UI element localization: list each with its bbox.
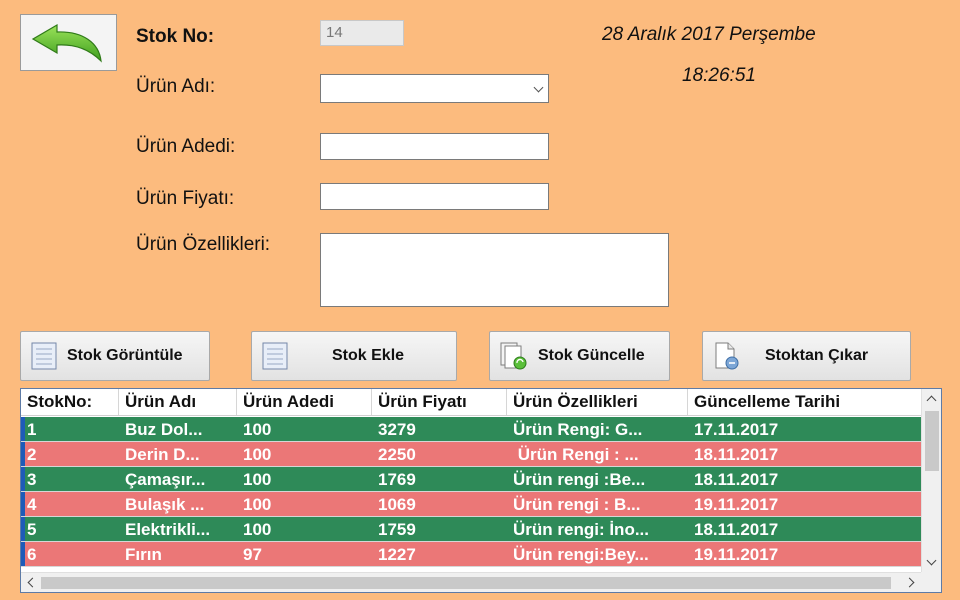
urun-adedi-field[interactable] — [320, 133, 549, 160]
table-row[interactable]: 2 Derin D... 100 2250 Ürün Rengi : ... 1… — [21, 442, 921, 467]
table-row[interactable]: 1 Buz Dol... 100 3279 Ürün Rengi: G... 1… — [21, 417, 921, 442]
cell-urun-fiyati: 1069 — [378, 495, 416, 514]
cell-guncelleme-tarihi: 18.11.2017 — [694, 520, 779, 539]
cell-guncelleme-tarihi: 17.11.2017 — [694, 420, 779, 439]
cell-urun-adi: Bulaşık ... — [125, 495, 205, 514]
chevron-down-icon[interactable] — [926, 555, 937, 566]
chevron-up-icon[interactable] — [926, 395, 937, 406]
urun-fiyati-label: Ürün Fiyatı: — [136, 188, 235, 209]
scrollbar-corner — [921, 572, 941, 592]
cell-stokno: 4 — [27, 495, 37, 514]
cell-stokno: 5 — [27, 520, 37, 539]
cell-guncelleme-tarihi: 18.11.2017 — [694, 470, 779, 489]
stok-no-field[interactable]: 14 — [320, 20, 404, 46]
stok-goruntule-label: Stok Görüntüle — [67, 347, 183, 364]
urun-adi-combobox[interactable] — [320, 74, 549, 103]
cell-urun-fiyati: 2250 — [378, 445, 416, 464]
refresh-document-icon — [500, 342, 527, 370]
cell-urun-ozellikleri: Ürün rengi :Be... — [513, 470, 646, 489]
cell-urun-adi: Çamaşır... — [125, 470, 206, 489]
urun-ozellikleri-label: Ürün Özellikleri: — [136, 234, 271, 255]
horizontal-scrollbar[interactable] — [21, 572, 921, 592]
cell-urun-ozellikleri: Ürün Rengi : ... — [513, 445, 639, 464]
scroll-thumb[interactable] — [41, 577, 891, 589]
cell-guncelleme-tarihi: 18.11.2017 — [694, 445, 779, 464]
chevron-right-icon[interactable] — [904, 577, 915, 588]
date-display: 28 Aralık 2017 Perşembe — [602, 24, 816, 45]
stok-no-label: Stok No: — [136, 26, 215, 47]
stok-guncelle-label: Stok Güncelle — [538, 347, 645, 364]
vertical-scrollbar[interactable] — [921, 389, 941, 572]
back-arrow-icon — [31, 23, 102, 63]
stoktan-cikar-label: Stoktan Çıkar — [765, 347, 869, 364]
cell-urun-adedi: 100 — [243, 520, 272, 539]
urun-adedi-label: Ürün Adedi: — [136, 136, 236, 157]
cell-stokno: 1 — [27, 420, 37, 439]
cell-urun-adi: Fırın — [125, 545, 162, 564]
stok-goruntule-button[interactable]: Stok Görüntüle — [20, 331, 210, 381]
chevron-left-icon[interactable] — [27, 577, 38, 588]
cell-urun-fiyati: 3279 — [378, 420, 416, 439]
urun-adi-label: Ürün Adı: — [136, 76, 216, 97]
chevron-down-icon — [533, 82, 544, 93]
scroll-thumb[interactable] — [925, 411, 939, 471]
cell-guncelleme-tarihi: 19.11.2017 — [694, 495, 779, 514]
table-row[interactable]: 5 Elektrikli... 100 1759 Ürün rengi: İno… — [21, 517, 921, 542]
table-row[interactable]: 3 Çamaşır... 100 1769 Ürün rengi :Be... … — [21, 467, 921, 492]
column-header-urun-ozellikleri[interactable]: Ürün Özellikleri — [507, 389, 688, 415]
column-header-urun-adi[interactable]: Ürün Adı — [119, 389, 237, 415]
cell-stokno: 6 — [27, 545, 37, 564]
column-header-guncelleme-tarihi[interactable]: Güncelleme Tarihi — [688, 389, 923, 415]
cell-urun-adedi: 100 — [243, 495, 272, 514]
cell-urun-adedi: 100 — [243, 445, 272, 464]
column-header-urun-fiyati[interactable]: Ürün Fiyatı — [372, 389, 507, 415]
cell-urun-fiyati: 1769 — [378, 470, 416, 489]
cell-urun-ozellikleri: Ürün rengi: İno... — [513, 520, 649, 539]
stoktan-cikar-button[interactable]: Stoktan Çıkar — [702, 331, 911, 381]
cell-urun-adi: Derin D... — [125, 445, 200, 464]
column-header-urun-adedi[interactable]: Ürün Adedi — [237, 389, 372, 415]
cell-urun-fiyati: 1759 — [378, 520, 416, 539]
stock-data-grid[interactable]: StokNo: Ürün Adı Ürün Adedi Ürün Fiyatı … — [20, 388, 942, 593]
table-row[interactable]: 6 Fırın 97 1227 Ürün rengi:Bey... 19.11.… — [21, 542, 921, 567]
grid-header-row: StokNo: Ürün Adı Ürün Adedi Ürün Fiyatı … — [21, 389, 923, 416]
cell-guncelleme-tarihi: 19.11.2017 — [694, 545, 779, 564]
cell-urun-adedi: 100 — [243, 470, 272, 489]
back-button[interactable] — [20, 14, 117, 71]
stok-ekle-button[interactable]: Stok Ekle — [251, 331, 457, 381]
list-icon — [262, 342, 288, 370]
cell-urun-ozellikleri: Ürün Rengi: G... — [513, 420, 643, 439]
urun-ozellikleri-field[interactable] — [320, 233, 669, 307]
time-display: 18:26:51 — [682, 65, 756, 86]
urun-fiyati-field[interactable] — [320, 183, 549, 210]
cell-stokno: 2 — [27, 445, 37, 464]
stok-guncelle-button[interactable]: Stok Güncelle — [489, 331, 670, 381]
list-icon — [31, 342, 57, 370]
table-row[interactable]: 4 Bulaşık ... 100 1069 Ürün rengi : B...… — [21, 492, 921, 517]
column-header-stokno[interactable]: StokNo: — [21, 389, 119, 415]
stok-ekle-label: Stok Ekle — [332, 347, 405, 364]
cell-urun-adi: Elektrikli... — [125, 520, 211, 539]
cell-urun-adedi: 100 — [243, 420, 272, 439]
cell-urun-adedi: 97 — [243, 545, 262, 564]
cell-stokno: 3 — [27, 470, 37, 489]
cell-urun-ozellikleri: Ürün rengi:Bey... — [513, 545, 649, 564]
cell-urun-fiyati: 1227 — [378, 545, 416, 564]
remove-document-icon — [715, 342, 739, 370]
cell-urun-adi: Buz Dol... — [125, 420, 203, 439]
cell-urun-ozellikleri: Ürün rengi : B... — [513, 495, 641, 514]
